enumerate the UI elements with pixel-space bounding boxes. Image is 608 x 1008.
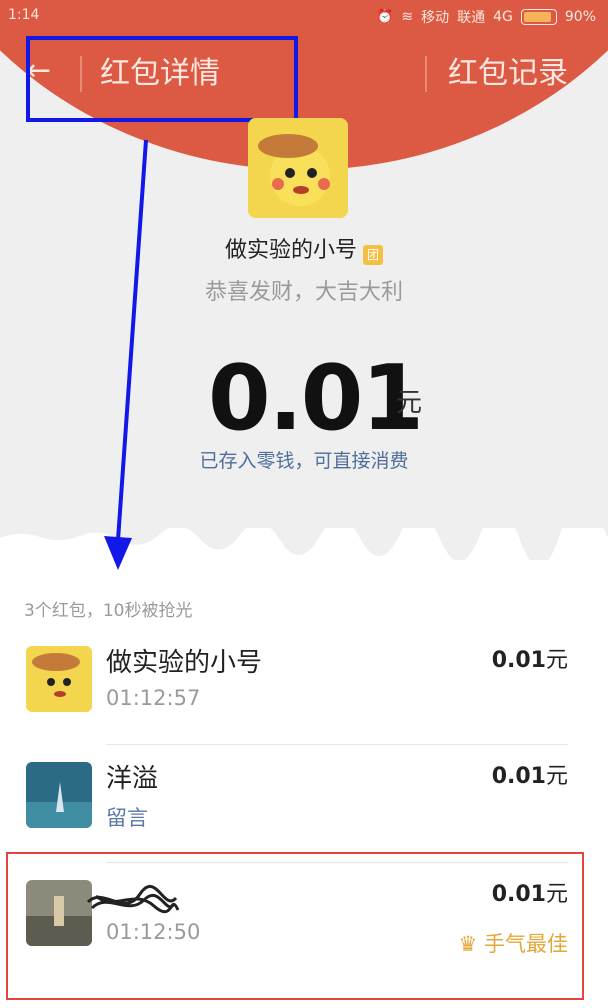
row-amount-unit: 元 <box>545 648 568 673</box>
alarm-icon: ⏰ <box>375 9 394 25</box>
row-name: 做实验的小号 <box>106 648 263 678</box>
amount-unit: 元 <box>396 388 423 418</box>
row-amount: 0.01元 <box>492 642 568 674</box>
row-amount-unit: 元 <box>545 764 568 789</box>
status-time: 1:14 <box>8 7 40 23</box>
battery-icon <box>520 9 557 25</box>
wishes-text: 恭喜发财，大吉大利 <box>204 280 403 305</box>
amount-value: 0.01 <box>208 346 424 451</box>
row-time: 01:12:57 <box>106 686 201 710</box>
annotation-highlight-title <box>26 36 298 122</box>
stored-note-link[interactable]: 已存入零钱，可直接消费 <box>0 446 608 473</box>
leave-message-link[interactable]: 留言 <box>106 802 148 832</box>
sender-avatar[interactable] <box>248 118 348 218</box>
list-item[interactable]: 洋溢 留言 0.01元 <box>0 744 608 860</box>
wifi-icon: ≋ <box>401 9 414 25</box>
carrier1-label: 移动 <box>421 10 450 26</box>
battery-label: 90% <box>564 9 596 25</box>
row-amount: 0.01元 <box>492 758 568 790</box>
row-amount-value: 0.01 <box>491 648 546 673</box>
records-button[interactable]: 红包记录 <box>448 56 568 92</box>
status-bar: 1:14 ⏰ ≋ 移动 联通 4G 90% <box>0 0 608 32</box>
group-badge-icon: 团 <box>363 245 383 265</box>
status-icons: ⏰ ≋ 移动 联通 4G 90% <box>376 7 596 27</box>
carrier2-label: 联通 <box>457 10 486 26</box>
summary-text: 3个红包，10秒被抢光 <box>24 601 193 621</box>
row-amount-value: 0.01 <box>491 764 546 789</box>
torn-edge <box>0 528 608 568</box>
sender-name-row: 做实验的小号团 <box>0 232 608 265</box>
nav-divider <box>425 56 427 92</box>
avatar <box>26 646 92 712</box>
avatar <box>26 762 92 828</box>
network-label: 4G <box>493 9 513 25</box>
annotation-highlight-best <box>6 852 584 1000</box>
row-name: 洋溢 <box>106 764 159 794</box>
sender-name: 做实验的小号 <box>224 238 357 263</box>
list-item[interactable]: 做实验的小号 01:12:57 0.01元 <box>0 628 608 744</box>
